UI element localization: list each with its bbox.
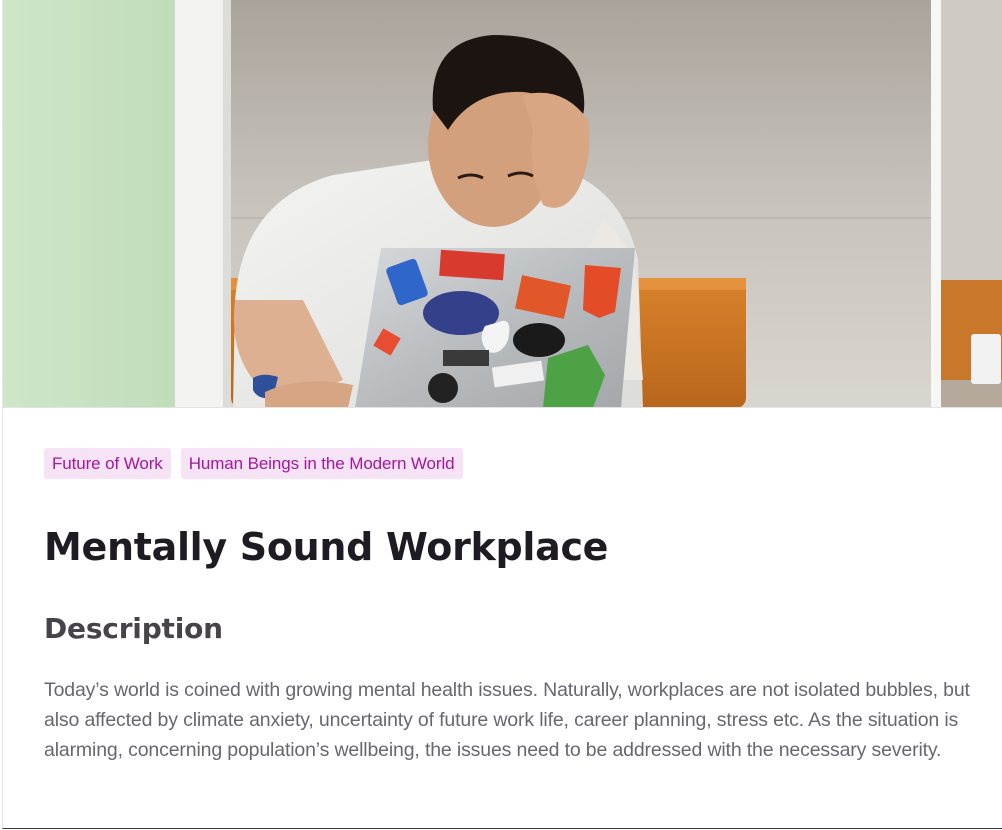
tag-list: Future of Work Human Beings in the Moder… <box>44 448 984 479</box>
article-card: Future of Work Human Beings in the Moder… <box>2 0 1002 829</box>
tag-future-of-work[interactable]: Future of Work <box>44 448 171 479</box>
description-heading: Description <box>44 612 223 645</box>
description-text: Today’s world is coined with growing men… <box>44 679 970 761</box>
hero-photo <box>3 0 1002 407</box>
tag-human-beings-modern-world[interactable]: Human Beings in the Modern World <box>180 448 463 479</box>
page-title: Mentally Sound Workplace <box>44 525 609 569</box>
hero-image <box>3 0 1002 408</box>
article-content: Future of Work Human Beings in the Moder… <box>44 448 984 765</box>
